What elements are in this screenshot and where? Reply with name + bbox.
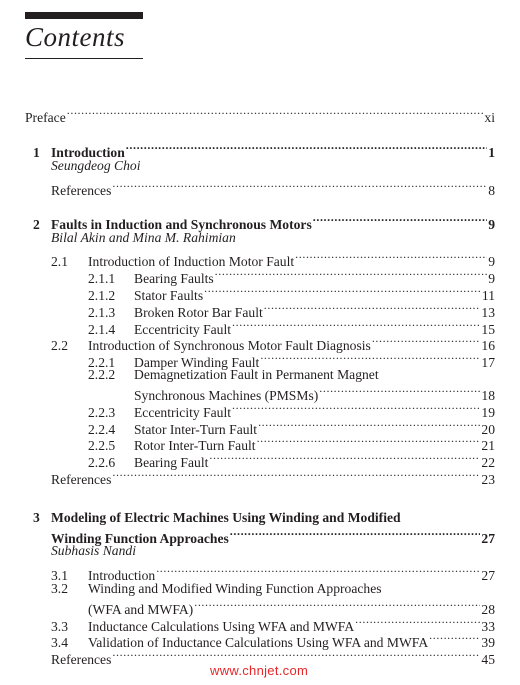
dot-leader: [264, 300, 481, 317]
subsection-title-line1: Demagnetization Fault in Permanent Magne…: [134, 367, 379, 382]
dot-leader: [232, 317, 480, 334]
dot-leader: [232, 400, 480, 417]
subsection-number: 2.2.2: [88, 367, 116, 382]
chapter-number: 2: [33, 217, 40, 232]
chapter-number: 3: [33, 510, 40, 525]
dot-leader: [126, 140, 487, 157]
dot-leader: [67, 105, 484, 122]
page-number: 9: [488, 217, 495, 232]
dot-leader: [112, 467, 480, 484]
entry-title: Preface: [25, 110, 66, 125]
dot-leader: [355, 614, 480, 631]
entry-title: References: [51, 183, 112, 198]
heading-rule-thick: [25, 12, 143, 19]
page-number: 1: [488, 145, 495, 160]
toc-entry-preface[interactable]: Preface xi: [25, 105, 495, 126]
page-number: 23: [481, 472, 495, 487]
dot-leader: [260, 350, 480, 367]
page-title: Contents: [25, 22, 126, 52]
dot-leader: [429, 630, 480, 647]
page-number: 27: [481, 568, 495, 583]
page-number: 17: [481, 355, 495, 370]
dot-leader: [209, 450, 480, 467]
dot-leader: [215, 266, 488, 283]
dot-leader: [112, 178, 487, 195]
dot-leader: [295, 249, 487, 266]
heading-rule-thin: [25, 58, 143, 59]
dot-leader: [156, 563, 480, 580]
page-number: 27: [481, 531, 495, 546]
entry-title: References: [51, 652, 112, 667]
dot-leader: [258, 417, 480, 434]
page-number: xi: [484, 110, 495, 125]
chapter-number: 1: [33, 145, 40, 160]
toc-entry-references[interactable]: References 23: [51, 467, 495, 488]
dot-leader: [230, 526, 481, 543]
section-number: 3.2: [51, 581, 68, 596]
chapter-author: Bilal Akin and Mina M. Rahimian: [51, 230, 236, 245]
entry-title: References: [51, 472, 112, 487]
toc-entry-references[interactable]: References 8: [51, 178, 495, 199]
dot-leader: [112, 647, 480, 664]
dot-leader: [319, 383, 480, 400]
chapter-title-line1: Modeling of Electric Machines Using Wind…: [51, 510, 401, 525]
chapter-author: Seungdeog Choi: [51, 158, 141, 173]
toc-entry-section[interactable]: 3.2 Winding and Modified Winding Function…: [51, 580, 382, 597]
dot-leader: [313, 212, 487, 229]
dot-leader: [257, 433, 481, 450]
chapter-author: Subhasis Nandi: [51, 543, 136, 558]
toc-entry-subsection[interactable]: 2.2.2 Demagnetization Fault in Permanent …: [88, 366, 379, 383]
section-number: 2.2: [51, 338, 68, 353]
dot-leader: [372, 333, 481, 350]
toc-entry-chapter-3[interactable]: 3 Modeling of Electric Machines Using Win…: [33, 509, 401, 526]
watermark: www.chnjet.com: [210, 663, 309, 678]
section-number: 2.1: [51, 254, 68, 269]
section-title-line1: Winding and Modified Winding Function Ap…: [88, 581, 382, 596]
dot-leader: [204, 283, 481, 300]
page-number: 45: [481, 652, 495, 667]
dot-leader: [194, 597, 480, 614]
page-number: 8: [488, 183, 495, 198]
